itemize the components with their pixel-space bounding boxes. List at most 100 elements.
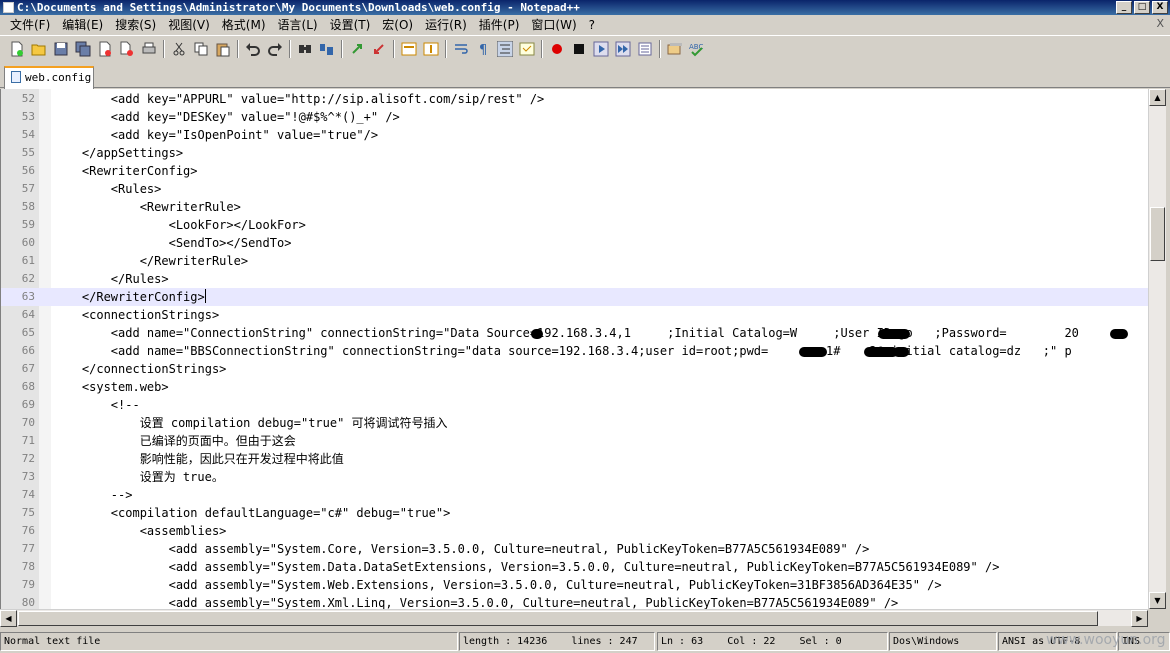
- editor-area[interactable]: 52 <add key="APPURL" value="http://sip.a…: [0, 89, 1148, 609]
- code-line[interactable]: 57 <Rules>: [1, 180, 1148, 198]
- horizontal-scroll-thumb[interactable]: [18, 611, 1098, 626]
- close-icon[interactable]: [94, 38, 116, 60]
- menu-macro[interactable]: 宏(O): [376, 15, 419, 35]
- save-icon[interactable]: [50, 38, 72, 60]
- close-button[interactable]: X: [1152, 1, 1168, 14]
- code-line[interactable]: 65 <add name="ConnectionString" connecti…: [1, 324, 1148, 342]
- line-number: 69: [21, 398, 35, 411]
- code-text: </appSettings>: [53, 146, 184, 160]
- menu-help[interactable]: ?: [583, 15, 601, 35]
- code-text: <add name="ConnectionString" connectionS…: [53, 326, 1079, 340]
- code-line[interactable]: 66 <add name="BBSConnectionString" conne…: [1, 342, 1148, 360]
- menu-language[interactable]: 语言(L): [272, 15, 324, 35]
- zoom-out-icon[interactable]: [368, 38, 390, 60]
- code-line[interactable]: 59 <LookFor></LookFor>: [1, 216, 1148, 234]
- line-number: 53: [21, 110, 35, 123]
- close-document-x[interactable]: X: [1156, 17, 1164, 30]
- code-line[interactable]: 70 设置 compilation debug="true" 可将调试符号插入: [1, 414, 1148, 432]
- udl-icon[interactable]: [516, 38, 538, 60]
- zoom-in-icon[interactable]: [346, 38, 368, 60]
- code-line[interactable]: 58 <RewriterRule>: [1, 198, 1148, 216]
- scroll-left-button[interactable]: ◀: [0, 610, 17, 627]
- menu-settings[interactable]: 设置(T): [324, 15, 377, 35]
- sync-v-icon[interactable]: [398, 38, 420, 60]
- vertical-scroll-thumb[interactable]: [1150, 207, 1165, 261]
- run-macro-multiple-icon[interactable]: [612, 38, 634, 60]
- stop-record-icon[interactable]: [568, 38, 590, 60]
- code-line[interactable]: 69 <!--: [1, 396, 1148, 414]
- toolbar-separator: [659, 39, 661, 58]
- code-text: <add assembly="System.Web.Extensions, Ve…: [53, 578, 942, 592]
- show-all-chars-icon[interactable]: ¶: [472, 38, 494, 60]
- code-line[interactable]: 75 <compilation defaultLanguage="c#" deb…: [1, 504, 1148, 522]
- code-line[interactable]: 54 <add key="IsOpenPoint" value="true"/>: [1, 126, 1148, 144]
- code-line[interactable]: 63 </RewriterConfig>: [1, 288, 1148, 306]
- open-file-icon[interactable]: [28, 38, 50, 60]
- menu-file[interactable]: 文件(F): [4, 15, 56, 35]
- scroll-down-button[interactable]: ▼: [1149, 592, 1166, 609]
- code-line[interactable]: 74 -->: [1, 486, 1148, 504]
- menu-search[interactable]: 搜索(S): [109, 15, 162, 35]
- maximize-button[interactable]: □: [1134, 1, 1150, 14]
- line-number: 57: [21, 182, 35, 195]
- text-caret: [204, 289, 206, 303]
- undo-icon[interactable]: [242, 38, 264, 60]
- paste-icon[interactable]: [212, 38, 234, 60]
- code-line[interactable]: 64 <connectionStrings>: [1, 306, 1148, 324]
- line-number: 79: [21, 578, 35, 591]
- redo-icon[interactable]: [264, 38, 286, 60]
- find-icon[interactable]: [294, 38, 316, 60]
- code-line[interactable]: 79 <add assembly="System.Web.Extensions,…: [1, 576, 1148, 594]
- code-line[interactable]: 72 影响性能，因此只在开发过程中将此值: [1, 450, 1148, 468]
- scroll-right-button[interactable]: ▶: [1131, 610, 1148, 627]
- replace-icon[interactable]: [316, 38, 338, 60]
- line-number: 63: [21, 290, 35, 303]
- line-number: 80: [21, 596, 35, 609]
- menu-run[interactable]: 运行(R): [419, 15, 473, 35]
- menu-view[interactable]: 视图(V): [162, 15, 216, 35]
- menu-plugins[interactable]: 插件(P): [473, 15, 526, 35]
- code-text: <add key="APPURL" value="http://sip.alis…: [53, 92, 545, 106]
- code-line[interactable]: 77 <add assembly="System.Core, Version=3…: [1, 540, 1148, 558]
- play-macro-icon[interactable]: [590, 38, 612, 60]
- code-line[interactable]: 61 </RewriterRule>: [1, 252, 1148, 270]
- code-line[interactable]: 67 </connectionStrings>: [1, 360, 1148, 378]
- sync-h-icon[interactable]: [420, 38, 442, 60]
- code-line[interactable]: 62 </Rules>: [1, 270, 1148, 288]
- record-macro-icon[interactable]: [546, 38, 568, 60]
- cut-icon[interactable]: [168, 38, 190, 60]
- code-line[interactable]: 80 <add assembly="System.Xml.Linq, Versi…: [1, 594, 1148, 609]
- print-icon[interactable]: [138, 38, 160, 60]
- save-macro-icon[interactable]: [634, 38, 656, 60]
- menu-edit[interactable]: 编辑(E): [56, 15, 109, 35]
- code-line[interactable]: 55 </appSettings>: [1, 144, 1148, 162]
- translate-icon[interactable]: [664, 38, 686, 60]
- scroll-up-button[interactable]: ▲: [1149, 89, 1166, 106]
- code-line[interactable]: 60 <SendTo></SendTo>: [1, 234, 1148, 252]
- spell-check-icon[interactable]: ABC: [686, 38, 708, 60]
- tab-web-config[interactable]: web.config: [4, 66, 94, 89]
- save-all-icon[interactable]: [72, 38, 94, 60]
- horizontal-scrollbar[interactable]: ◀ ▶: [0, 609, 1148, 627]
- copy-icon[interactable]: [190, 38, 212, 60]
- code-line[interactable]: 71 已编译的页面中。但由于这会: [1, 432, 1148, 450]
- code-line[interactable]: 68 <system.web>: [1, 378, 1148, 396]
- code-line[interactable]: 56 <RewriterConfig>: [1, 162, 1148, 180]
- menu-format[interactable]: 格式(M): [216, 15, 272, 35]
- indent-guide-icon[interactable]: [494, 38, 516, 60]
- vertical-scrollbar[interactable]: ▲ ▼: [1148, 89, 1166, 609]
- toolbar-separator: [541, 39, 543, 58]
- code-text: 设置 compilation debug="true" 可将调试符号插入: [53, 416, 448, 430]
- minimize-button[interactable]: _: [1116, 1, 1132, 14]
- code-line[interactable]: 52 <add key="APPURL" value="http://sip.a…: [1, 90, 1148, 108]
- new-file-icon[interactable]: [6, 38, 28, 60]
- code-text: <SendTo></SendTo>: [53, 236, 292, 250]
- code-line[interactable]: 76 <assemblies>: [1, 522, 1148, 540]
- line-number: 75: [21, 506, 35, 519]
- word-wrap-icon[interactable]: [450, 38, 472, 60]
- code-line[interactable]: 78 <add assembly="System.Data.DataSetExt…: [1, 558, 1148, 576]
- code-line[interactable]: 73 设置为 true。: [1, 468, 1148, 486]
- menu-window[interactable]: 窗口(W): [525, 15, 582, 35]
- close-all-icon[interactable]: [116, 38, 138, 60]
- code-line[interactable]: 53 <add key="DESKey" value="!@#$%^*()_+"…: [1, 108, 1148, 126]
